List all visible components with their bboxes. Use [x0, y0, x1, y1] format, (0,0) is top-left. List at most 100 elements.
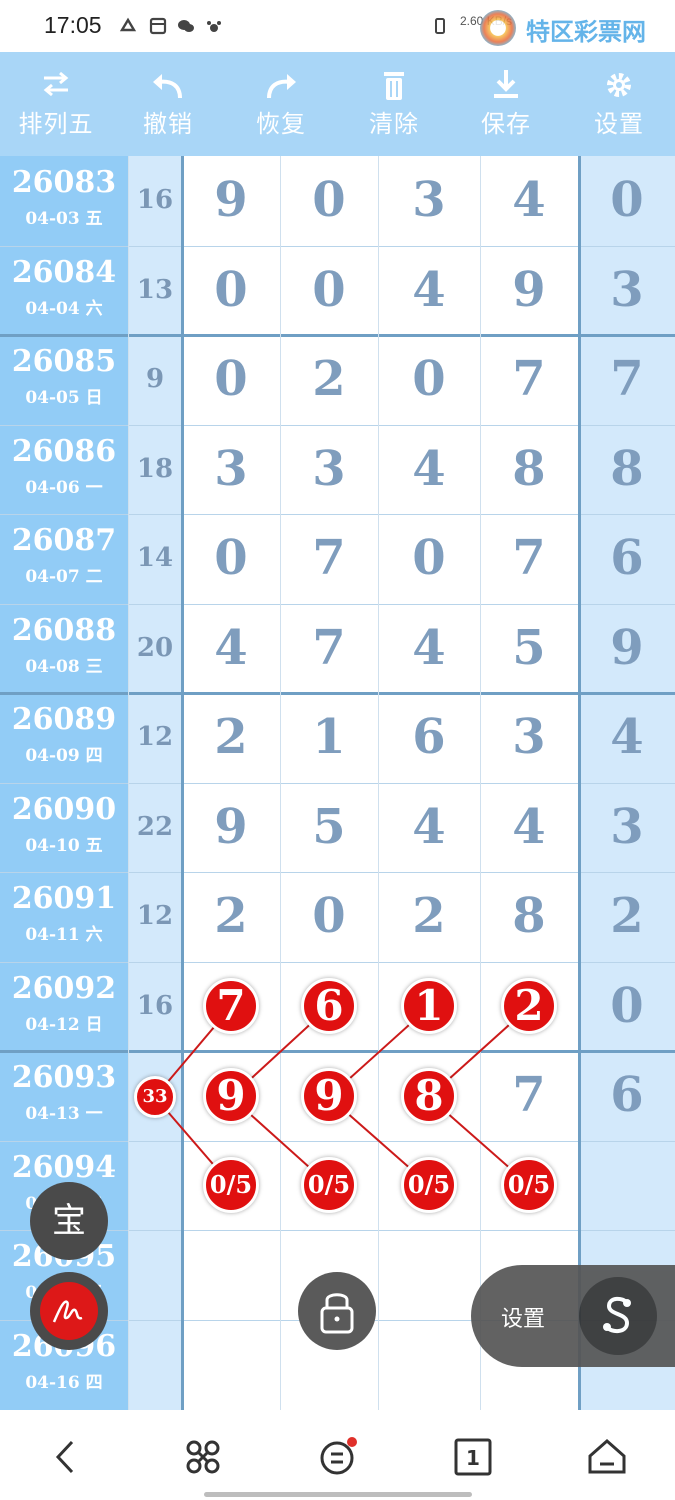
redo-icon [267, 74, 296, 99]
digit-cell[interactable]: 7 [480, 335, 578, 425]
digit-cell[interactable]: 4 [182, 604, 280, 694]
ratio-ball[interactable]: 0/5 [301, 1157, 357, 1213]
digit-cell[interactable]: 7 [280, 604, 378, 694]
digit-cell[interactable]: 3 [379, 156, 479, 246]
digit-cell[interactable]: 9 [182, 783, 280, 873]
digit-cell[interactable]: 4 [379, 783, 479, 873]
digit-cell[interactable]: 1 [280, 693, 378, 783]
lock-button[interactable] [298, 1272, 376, 1350]
digit-cell[interactable]: 8 [480, 425, 578, 515]
digit-cell[interactable]: 8 [579, 425, 675, 515]
lottery-type-button[interactable]: 排列五 [0, 52, 112, 156]
ratio-ball[interactable]: 0/5 [401, 1157, 457, 1213]
sum-ball[interactable]: 33 [134, 1076, 176, 1118]
digit-cell[interactable]: 2 [182, 693, 280, 783]
marked-ball[interactable]: 7 [203, 978, 259, 1034]
watermark-logo: 特区彩票网 [470, 6, 670, 48]
digit-cell[interactable]: 3 [579, 246, 675, 336]
digit-cell[interactable]: 6 [379, 693, 479, 783]
period-number: 26088 [11, 612, 117, 648]
digit-cell[interactable]: 0 [280, 246, 378, 336]
digit-cell[interactable]: 0 [182, 514, 280, 604]
digit-cell[interactable]: 2 [280, 335, 378, 425]
period-number: 26089 [11, 702, 117, 737]
watermark-emblem [480, 10, 516, 46]
download-icon [494, 70, 518, 98]
marked-ball[interactable]: 8 [401, 1068, 457, 1124]
period-number: 26085 [11, 344, 117, 379]
tabs-icon[interactable]: 1 [448, 1432, 498, 1482]
digit-cell[interactable]: 6 [579, 1051, 675, 1141]
digit-cell[interactable]: 0 [280, 872, 378, 962]
treasure-float-button[interactable]: 宝 [30, 1182, 108, 1260]
marked-ball[interactable]: 9 [203, 1068, 259, 1124]
digit-cell[interactable]: 5 [280, 783, 378, 873]
paw-icon [207, 21, 221, 32]
digit-cell[interactable]: 7 [579, 335, 675, 425]
save-button[interactable]: 保存 [450, 52, 562, 156]
marked-ball[interactable]: 9 [301, 1068, 357, 1124]
digit-cell[interactable]: 4 [579, 693, 675, 783]
digit-cell[interactable]: 3 [579, 783, 675, 873]
digit-cell[interactable]: 5 [480, 604, 578, 694]
calendar-notification-icon [149, 17, 167, 35]
settings-button[interactable]: 设置 [563, 52, 675, 156]
marked-ball[interactable]: 2 [501, 978, 557, 1034]
digit-cell[interactable]: 3 [280, 425, 378, 515]
pen-float-button[interactable] [30, 1272, 108, 1350]
digit-cell[interactable]: 2 [379, 872, 479, 962]
period-date: 04-04 六 [25, 298, 103, 319]
digit-cell[interactable]: 7 [280, 514, 378, 604]
digit-cell[interactable]: 0 [379, 335, 479, 425]
digit-cell[interactable]: 0 [182, 335, 280, 425]
marked-ball[interactable]: 6 [301, 978, 357, 1034]
digit-cell[interactable]: 9 [480, 246, 578, 336]
digit-cell[interactable] [379, 1320, 479, 1410]
trash-icon [384, 72, 404, 100]
digit-cell[interactable]: 9 [579, 604, 675, 694]
digit-cell[interactable]: 8 [480, 872, 578, 962]
marked-ball[interactable]: 1 [401, 978, 457, 1034]
ratio-ball[interactable]: 0/5 [203, 1157, 259, 1213]
digit-cell[interactable] [182, 1320, 280, 1410]
sum-value: 12 [136, 722, 174, 752]
home-indicator[interactable] [204, 1492, 472, 1497]
digit-cell[interactable]: 4 [379, 246, 479, 336]
menu-icon[interactable] [312, 1432, 362, 1482]
undo-button[interactable]: 撤销 [112, 52, 224, 156]
clear-label: 清除 [369, 110, 419, 138]
draw-row: 26086 04-06 一 18 3 3 4 8 8 [0, 425, 675, 515]
digit-cell[interactable]: 3 [480, 693, 578, 783]
digit-cell[interactable]: 9 [182, 156, 280, 246]
digit-cell[interactable]: 0 [379, 514, 479, 604]
redo-button[interactable]: 恢复 [225, 52, 337, 156]
undo-icon [153, 74, 182, 99]
digit-cell[interactable]: 4 [480, 783, 578, 873]
digit-cell[interactable]: 0 [579, 962, 675, 1052]
command-icon[interactable] [178, 1432, 228, 1482]
back-icon[interactable] [42, 1432, 92, 1482]
digit-cell[interactable]: 0 [579, 156, 675, 246]
digit-cell[interactable]: 4 [480, 156, 578, 246]
digit-cell[interactable]: 2 [579, 872, 675, 962]
digit-cell[interactable]: 7 [480, 1051, 578, 1141]
digit-cell[interactable]: 0 [280, 156, 378, 246]
digit-cell[interactable]: 4 [379, 604, 479, 694]
home-icon[interactable] [582, 1432, 632, 1482]
digit-cell[interactable]: 6 [579, 514, 675, 604]
digit-cell[interactable]: 4 [379, 425, 479, 515]
digit-cell[interactable]: 2 [182, 872, 280, 962]
digit-cell[interactable] [182, 1230, 280, 1320]
settings-float-panel[interactable]: 设置 [471, 1265, 675, 1367]
s-float-button[interactable] [579, 1277, 657, 1355]
digit-cell[interactable]: 3 [182, 425, 280, 515]
ratio-ball[interactable]: 0/5 [501, 1157, 557, 1213]
sum-value [128, 1230, 182, 1320]
digit-cell[interactable] [579, 1141, 675, 1231]
draw-row: 26091 04-11 六 12 2 0 2 8 2 [0, 872, 675, 962]
digit-cell[interactable]: 0 [182, 246, 280, 336]
sum-value: 13 [136, 274, 174, 305]
clear-button[interactable]: 清除 [338, 52, 450, 156]
digit-cell[interactable]: 7 [480, 514, 578, 604]
digit-cell[interactable] [379, 1230, 479, 1320]
